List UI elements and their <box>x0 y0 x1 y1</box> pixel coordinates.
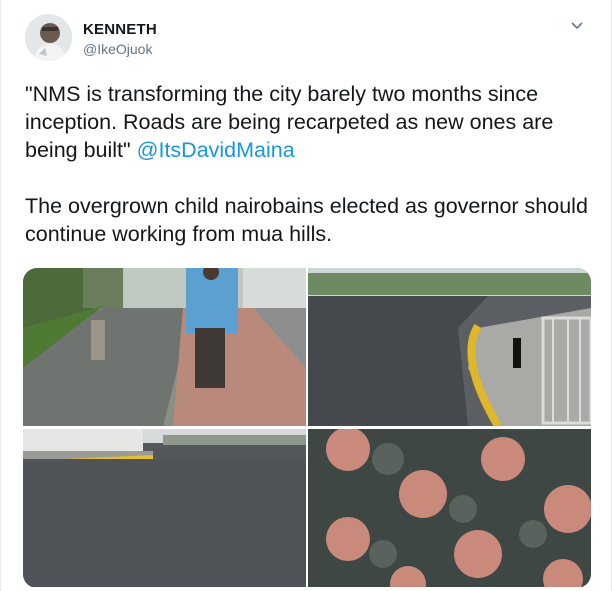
tweet-text-comment: The overgrown child nairobains elected a… <box>25 194 588 246</box>
avatar-image <box>25 14 72 61</box>
tweet-text: "NMS is transforming the city barely two… <box>25 80 591 248</box>
photo-walkway[interactable] <box>23 268 306 426</box>
mention-link[interactable]: @ItsDavidMaina <box>137 138 295 162</box>
photo-road-kerb[interactable] <box>308 268 591 426</box>
display-name[interactable]: KENNETH <box>83 21 157 38</box>
media-grid <box>23 268 591 588</box>
user-handle[interactable]: @IkeOjuok <box>83 41 152 57</box>
tweet-card: KENNETH @IkeOjuok "NMS is transforming t… <box>0 0 612 591</box>
photo-wide-road[interactable] <box>23 429 306 587</box>
user-avatar[interactable] <box>25 14 72 61</box>
photo-paving-pattern[interactable] <box>308 429 591 587</box>
tweet-header: KENNETH @IkeOjuok <box>25 14 591 64</box>
chevron-down-icon[interactable] <box>569 18 585 34</box>
